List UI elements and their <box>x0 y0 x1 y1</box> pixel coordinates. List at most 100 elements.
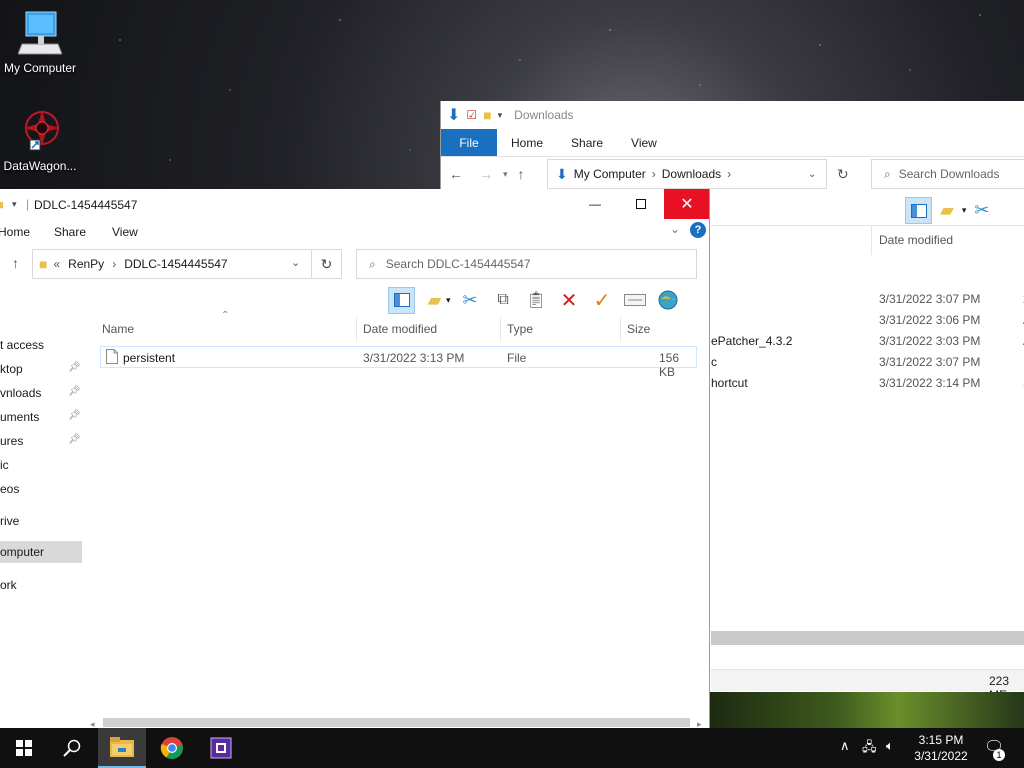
tab-share[interactable]: Share <box>54 225 86 239</box>
list-item[interactable]: 3/31/2022 3:06 PMA <box>711 310 1024 331</box>
quick-access-dropdown-icon[interactable]: ▾ <box>12 199 17 210</box>
sidebar-item-onedrive[interactable]: rive <box>0 510 82 532</box>
status-bar: 223 ME <box>711 669 1024 702</box>
sidebar-item-pictures[interactable]: ures 📌︎ <box>0 430 82 452</box>
up-icon[interactable]: ↑ <box>12 255 19 271</box>
ddlc-search-input[interactable]: ⌕ Search DDLC-1454445547 <box>356 249 697 279</box>
column-name[interactable]: Name <box>102 322 134 346</box>
taskbar-app[interactable] <box>197 728 245 768</box>
start-button[interactable] <box>0 728 48 768</box>
network-icon[interactable]: 🖧︎ <box>862 738 877 760</box>
cut-icon[interactable]: ✂ <box>457 287 484 314</box>
list-item[interactable]: ePatcher_4.3.23/31/2022 3:03 PMA <box>711 331 1024 352</box>
quick-access-down-arrow-icon[interactable]: ⬇ <box>447 105 460 125</box>
quick-access-dropdown-icon[interactable]: ▾ <box>498 110 503 121</box>
ribbon-expand-icon[interactable]: ⌄ <box>670 222 680 236</box>
sidebar-item-documents[interactable]: uments 📌︎ <box>0 406 82 428</box>
cut-icon[interactable]: ✂ <box>974 200 989 221</box>
refresh-icon[interactable]: ↻ <box>837 166 849 183</box>
minimize-button[interactable]: — <box>572 189 618 219</box>
delete-icon[interactable]: ✕ <box>556 287 583 314</box>
datawagon-shortcut-icon <box>24 110 60 151</box>
sidebar-item-network[interactable]: ork <box>0 574 82 596</box>
breadcrumb-chevron-icon: › <box>651 167 656 181</box>
tab-home[interactable]: Home <box>0 225 30 239</box>
tab-share[interactable]: Share <box>557 129 617 156</box>
tab-file[interactable]: File <box>441 129 497 156</box>
check-icon[interactable]: ✓ <box>589 287 616 314</box>
title-divider: | <box>26 197 30 211</box>
ddlc-window[interactable]: ■ ▾ | DDLC-1454445547 — ✕ Home Share Vie… <box>0 189 710 728</box>
up-icon[interactable]: ↑ <box>514 166 525 182</box>
column-header-line <box>711 225 1024 226</box>
column-size[interactable]: Size <box>627 322 650 346</box>
breadcrumb-ddlc[interactable]: DDLC-1454445547 <box>124 257 227 271</box>
downloads-address-bar[interactable]: ⬇ My Computer › Downloads › ⌄ <box>547 159 827 189</box>
tray-overflow-icon[interactable]: ∧ <box>840 738 850 754</box>
list-item[interactable]: c3/31/2022 3:07 PMI <box>711 352 1024 373</box>
horizontal-scrollbar[interactable] <box>711 631 1024 645</box>
taskbar-search-button[interactable] <box>48 728 96 768</box>
search-placeholder: Search Downloads <box>898 167 1000 181</box>
tab-view[interactable]: View <box>112 225 138 239</box>
sidebar-item-desktop[interactable]: ktop 📌︎ <box>0 358 82 380</box>
taskbar-chrome[interactable] <box>148 728 196 768</box>
maximize-button[interactable] <box>618 189 664 219</box>
breadcrumb-downloads[interactable]: Downloads <box>662 167 721 181</box>
list-item[interactable]: hortcut3/31/2022 3:14 PMS <box>711 373 1024 394</box>
downloads-search-input[interactable]: ⌕ Search Downloads <box>871 159 1024 189</box>
column-separator <box>356 317 357 341</box>
horizontal-scrollbar[interactable] <box>103 718 690 727</box>
breadcrumb-overflow[interactable]: « <box>53 257 60 271</box>
taskbar-file-explorer[interactable] <box>98 728 146 768</box>
ddlc-address-bar[interactable]: ■ « RenPy › DDLC-1454445547 ⌄ <box>32 249 312 279</box>
volume-icon[interactable]: 🔈︎ <box>886 738 894 754</box>
copy-icon[interactable]: ⧉ <box>490 287 517 314</box>
address-dropdown-icon[interactable]: ⌄ <box>808 169 816 180</box>
desktop-icon-datawagon[interactable]: DataWagon... <box>0 106 80 173</box>
new-folder-icon[interactable]: ▰ <box>940 200 954 221</box>
list-item[interactable]: 3/31/2022 3:07 PM2 <box>711 289 1024 310</box>
forward-icon[interactable]: → <box>469 166 493 182</box>
column-type[interactable]: Type <box>507 322 533 346</box>
sidebar-item-videos[interactable]: eos <box>0 478 82 500</box>
app-icon <box>210 737 232 759</box>
breadcrumb-renpy[interactable]: RenPy <box>68 257 104 271</box>
sort-ascending-icon: ⌃ <box>221 310 230 321</box>
sidebar-item-my-computer[interactable]: omputer <box>0 541 82 563</box>
table-row[interactable]: persistent 3/31/2022 3:13 PM File 156 KB <box>100 346 697 379</box>
back-icon[interactable]: ← <box>449 166 463 182</box>
preview-pane-icon[interactable] <box>388 286 415 314</box>
recent-dropdown-icon[interactable]: ▾ <box>499 169 508 180</box>
address-dropdown-icon[interactable]: ⌄ <box>291 256 300 269</box>
scroll-right-icon[interactable]: ▸ <box>697 719 702 728</box>
sidebar-item-music[interactable]: ic <box>0 454 82 476</box>
tab-home[interactable]: Home <box>497 129 557 156</box>
scroll-left-icon[interactable]: ◂ <box>90 719 95 728</box>
column-date-modified[interactable]: Date modified <box>363 322 437 346</box>
close-button[interactable]: ✕ <box>664 189 709 219</box>
tab-view[interactable]: View <box>617 129 671 156</box>
properties-icon[interactable]: ☑ <box>466 108 477 122</box>
help-icon[interactable]: ? <box>690 222 706 238</box>
dropdown-icon[interactable]: ▾ <box>962 205 967 216</box>
folder-icon: ■ <box>0 197 4 212</box>
dropdown-icon[interactable]: ▾ <box>446 295 451 306</box>
sidebar-item-quick-access[interactable]: t access <box>0 334 82 356</box>
window-title: Downloads <box>514 108 574 122</box>
new-folder-icon[interactable]: ▰ <box>421 287 448 314</box>
clock[interactable]: 3:15 PM 3/31/2022 <box>910 732 972 764</box>
preview-pane-icon[interactable] <box>905 197 932 224</box>
rename-icon[interactable] <box>622 287 649 314</box>
chrome-icon <box>160 737 183 759</box>
desktop-icon-my-computer[interactable]: My Computer <box>0 10 80 75</box>
properties-globe-icon[interactable] <box>655 287 682 314</box>
sidebar-item-downloads[interactable]: vnloads 📌︎ <box>0 382 82 404</box>
breadcrumb-my-computer[interactable]: My Computer <box>574 167 646 181</box>
navigation-pane: t access ktop 📌︎ vnloads 📌︎ uments 📌︎ ures 📌… <box>0 334 82 728</box>
pin-icon: 📌︎ <box>68 362 81 373</box>
refresh-button[interactable]: ↻ <box>312 249 342 279</box>
paste-icon[interactable]: 📋︎ <box>523 287 550 314</box>
column-date-modified[interactable]: Date modified <box>879 233 953 247</box>
notification-count: 1 <box>993 749 1005 761</box>
